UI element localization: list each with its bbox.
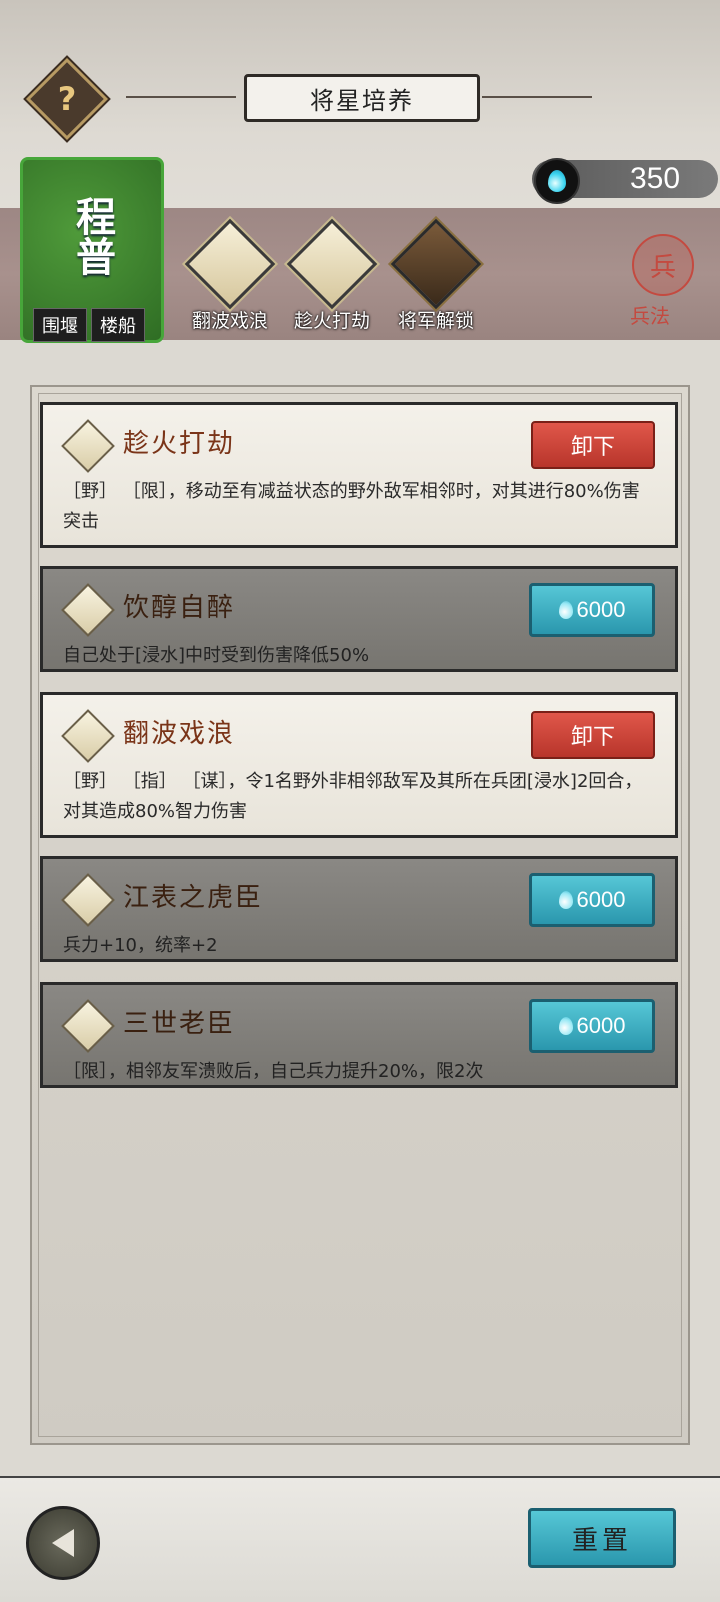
- skill-title: 江表之虎臣: [123, 883, 264, 913]
- skill-title: 翻波戏浪: [123, 719, 236, 749]
- resource-value: 350: [629, 162, 681, 195]
- unlock-button[interactable]: 6000: [529, 583, 655, 637]
- chip-label: 翻波戏浪: [191, 310, 268, 332]
- unlock-button[interactable]: 6000: [529, 999, 655, 1053]
- hero-name: 程普: [69, 196, 116, 276]
- skill-diamond-icon: [184, 218, 276, 310]
- chip-label: 将军解锁: [397, 310, 474, 332]
- water-drop-icon: [558, 601, 573, 619]
- water-drop-icon: [558, 1017, 573, 1035]
- water-drop-icon: [558, 891, 573, 909]
- hero-tag: 围堰: [33, 308, 87, 342]
- back-button[interactable]: [26, 1506, 100, 1580]
- water-drop-icon: [534, 158, 580, 204]
- bingfa-icon: 兵: [649, 252, 676, 283]
- title-divider-left: [126, 96, 236, 98]
- unequip-button[interactable]: 卸下: [531, 711, 655, 759]
- skill-card: 江表之虎臣 6000 兵力+10，统率+2: [40, 856, 678, 962]
- skill-card: 翻波戏浪 卸下 ［野］ ［指］ ［谋］，令1名野外非相邻敌军及其所在兵团[浸水]…: [40, 692, 678, 838]
- skill-description: ［野］ ［限］，移动至有减益状态的野外敌军相邻时，对其进行80%伤害 突击: [63, 481, 640, 532]
- skill-title: 趁火打劫: [123, 429, 236, 459]
- hero-tag: 楼船: [91, 308, 145, 342]
- chip-label: 趁火打劫: [293, 310, 370, 332]
- locked-skill-chip[interactable]: 将军解锁: [386, 218, 486, 333]
- skill-diamond-icon: [61, 873, 115, 927]
- skill-description: 兵力+10，统率+2: [63, 935, 218, 956]
- skill-title: 三世老臣: [123, 1009, 236, 1039]
- help-icon: ?: [57, 80, 77, 118]
- unlock-cost: 6000: [576, 597, 626, 622]
- back-arrow-icon: [52, 1529, 74, 1557]
- skill-diamond-icon: [61, 709, 115, 763]
- title-divider-right: [482, 96, 592, 98]
- reset-button[interactable]: 重置: [528, 1508, 676, 1568]
- unequip-button[interactable]: 卸下: [531, 421, 655, 469]
- skill-card: 趁火打劫 卸下 ［野］ ［限］，移动至有减益状态的野外敌军相邻时，对其进行80%…: [40, 402, 678, 548]
- equipped-skill-chip[interactable]: 趁火打劫: [282, 218, 382, 333]
- skill-description: 自己处于[浸水]中时受到伤害降低50%: [63, 645, 370, 666]
- skill-diamond-icon: [61, 419, 115, 473]
- skill-diamond-icon: [61, 999, 115, 1053]
- skill-diamond-icon: [61, 583, 115, 637]
- bingfa-button[interactable]: 兵: [632, 234, 694, 296]
- unlock-cost: 6000: [576, 1013, 626, 1038]
- skill-card: 三世老臣 6000 ［限］，相邻友军溃败后，自己兵力提升20%，限2次: [40, 982, 678, 1088]
- bingfa-label: 兵法: [630, 304, 670, 328]
- page-title: 将星培养: [244, 74, 480, 122]
- equipped-skill-chip[interactable]: 翻波戏浪: [180, 218, 280, 333]
- hero-card[interactable]: 程普 围堰 楼船: [20, 157, 164, 343]
- skill-card: 饮醇自醉 6000 自己处于[浸水]中时受到伤害降低50%: [40, 566, 678, 672]
- lock-diamond-icon: [390, 218, 482, 310]
- unlock-cost: 6000: [576, 887, 626, 912]
- skill-description: ［野］ ［指］ ［谋］，令1名野外非相邻敌军及其所在兵团[浸水]2回合，对其造成…: [63, 771, 643, 822]
- skill-diamond-icon: [286, 218, 378, 310]
- unlock-button[interactable]: 6000: [529, 873, 655, 927]
- skill-title: 饮醇自醉: [123, 593, 236, 623]
- skill-description: ［限］，相邻友军溃败后，自己兵力提升20%，限2次: [63, 1061, 484, 1082]
